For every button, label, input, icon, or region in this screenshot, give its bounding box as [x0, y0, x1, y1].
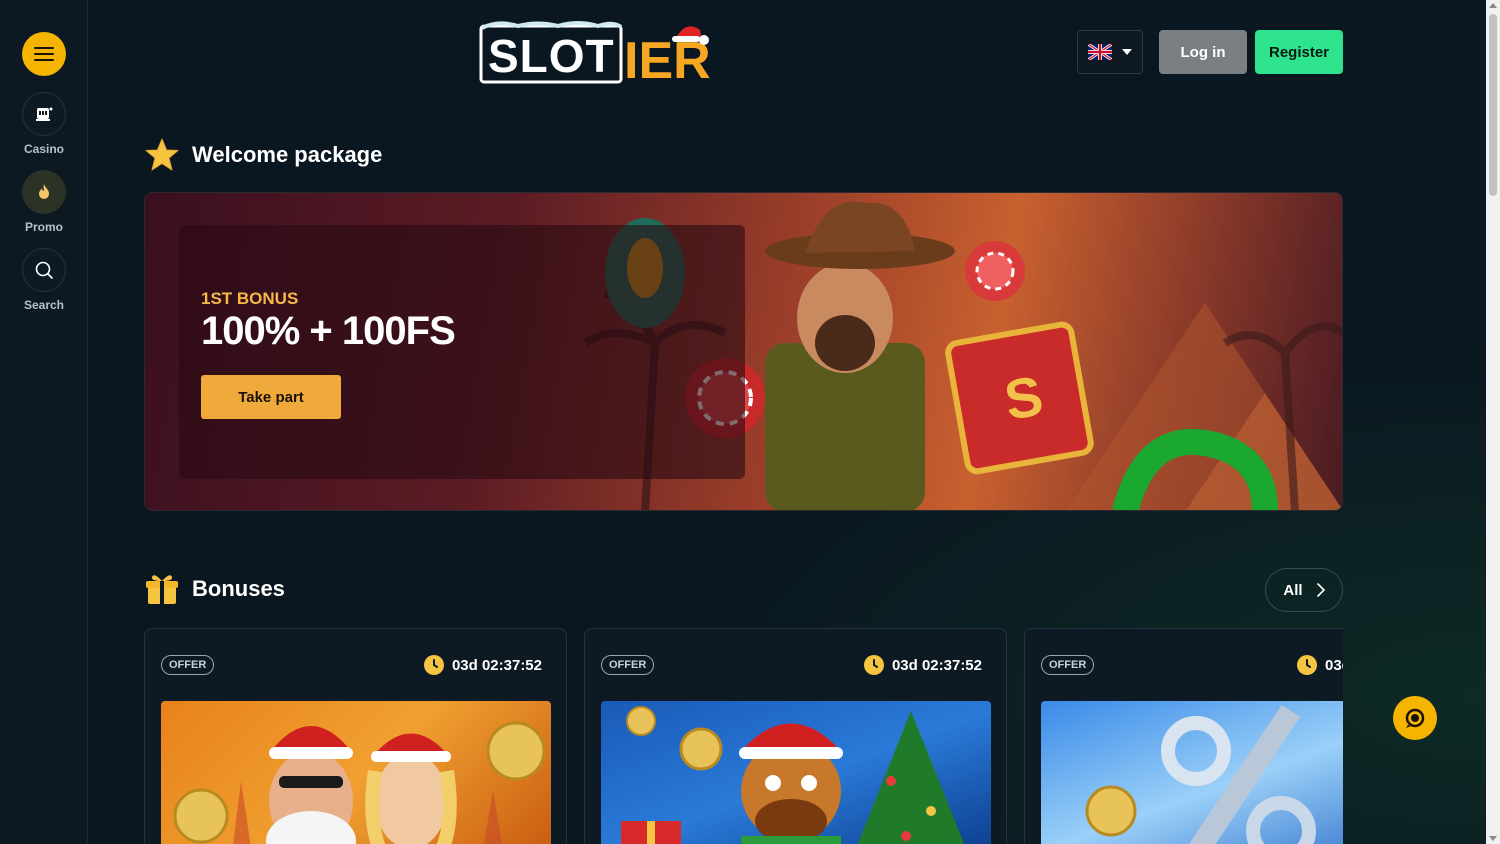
bonus-card-image	[1041, 701, 1343, 844]
all-label: All	[1283, 581, 1303, 599]
register-button[interactable]: Register	[1255, 30, 1343, 74]
scroll-up-arrow[interactable]	[1489, 3, 1497, 8]
offer-badge: OFFER	[161, 655, 215, 675]
section-title: Welcome package	[192, 142, 383, 167]
sidebar-item-label: Search	[23, 298, 65, 312]
sidebar-item-casino[interactable]: Casino	[0, 92, 88, 156]
hamburger-icon	[34, 47, 54, 61]
bonus-card[interactable]: OFFER 03d 02:37:52	[1024, 628, 1343, 844]
bonus-headline: 100% + 100FS	[201, 309, 456, 353]
welcome-banner[interactable]: S 1ST BONUS 100% + 100FS Take part	[144, 192, 1343, 511]
chevron-right-icon	[1316, 583, 1325, 597]
timer-text: 03d 02:37:52	[891, 656, 982, 674]
timer-text: 03d 02:37:52	[451, 656, 542, 674]
bonus-timer: 03d 02:37:52	[863, 655, 982, 675]
bonus-subtitle: 1ST BONUS	[201, 289, 299, 308]
take-part-button[interactable]: Take part	[201, 375, 341, 419]
site-logo[interactable]: SLOT IER	[478, 18, 710, 86]
sidebar-item-label: Casino	[23, 142, 64, 156]
login-button[interactable]: Log in	[1159, 30, 1247, 74]
search-icon-wrap	[22, 248, 66, 292]
promo-icon-wrap	[22, 170, 66, 214]
section-title: Bonuses	[192, 576, 285, 601]
offer-badge: OFFER	[1041, 655, 1095, 675]
timer-text: 03d 02:37:52	[1325, 656, 1343, 674]
santa-illustration	[173, 721, 546, 844]
offer-badge: OFFER	[601, 655, 655, 675]
bonus-timer: 03d 02:37:52	[1297, 655, 1343, 675]
flame-icon	[39, 184, 49, 199]
all-bonuses-button[interactable]: All	[1265, 568, 1343, 612]
percent-illustration	[1085, 704, 1316, 844]
gift-icon	[146, 575, 178, 604]
slot-machine-icon	[36, 107, 53, 121]
sidebar-item-label: Promo	[24, 220, 63, 234]
gingerbread-illustration	[621, 706, 965, 844]
welcome-section-header: Welcome package	[144, 138, 382, 172]
language-selector[interactable]	[1077, 30, 1143, 74]
bonus-cards-list: OFFER 03d 02:37:52 OFFER 03d 02:37:52 OF…	[144, 628, 1343, 844]
star-icon	[145, 138, 179, 171]
header: SLOT IER Log in Register	[88, 0, 1486, 104]
clock-icon	[863, 655, 884, 675]
search-icon	[35, 261, 53, 279]
menu-button[interactable]	[22, 32, 66, 76]
sidebar-item-promo[interactable]: Promo	[0, 170, 88, 234]
bonuses-section-header: Bonuses	[144, 572, 285, 606]
banner-text-panel: 1ST BONUS 100% + 100FS Take part	[179, 225, 745, 479]
svg-text:SLOT: SLOT	[488, 30, 615, 82]
chat-icon	[1405, 708, 1425, 728]
scroll-thumb[interactable]	[1489, 14, 1497, 196]
bonus-card-image	[601, 701, 991, 844]
sidebar: Casino Promo Search	[0, 0, 88, 844]
bonus-card[interactable]: OFFER 03d 02:37:52	[584, 628, 1007, 844]
page-scrollbar[interactable]	[1486, 0, 1500, 844]
bonus-timer: 03d 02:37:52	[423, 655, 542, 675]
clock-icon	[1297, 655, 1317, 675]
casino-icon-wrap	[22, 92, 66, 136]
main-content: Welcome package S 1ST BONUS 100% + 100FS	[88, 104, 1486, 844]
bonus-card-image	[161, 701, 551, 844]
sidebar-item-search[interactable]: Search	[0, 248, 88, 312]
scroll-down-arrow[interactable]	[1489, 836, 1497, 841]
clock-icon	[423, 655, 444, 675]
bonus-card[interactable]: OFFER 03d 02:37:52	[144, 628, 567, 844]
support-chat-button[interactable]	[1393, 696, 1437, 740]
uk-flag-icon	[1088, 44, 1112, 60]
chevron-down-icon	[1122, 49, 1132, 55]
